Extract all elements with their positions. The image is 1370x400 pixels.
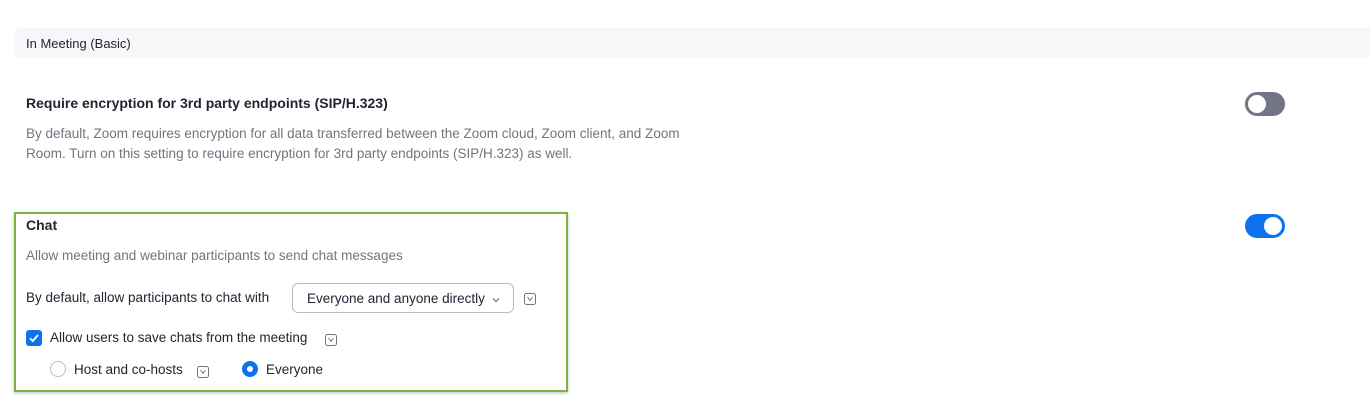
save-chats-label: Allow users to save chats from the meeti… [50,330,308,345]
default-chat-label: By default, allow participants to chat w… [26,290,270,305]
check-icon [29,334,39,343]
toggle-knob [1264,217,1282,235]
setting-description-chat: Allow meeting and webinar participants t… [26,248,403,263]
encryption-toggle[interactable] [1245,92,1285,116]
setting-title-chat: Chat [26,217,58,233]
radio-host-and-cohosts-label: Host and co-hosts [74,362,183,377]
info-icon[interactable] [524,292,536,305]
info-icon[interactable] [197,365,209,378]
chevron-down-icon [491,292,501,310]
radio-everyone-label: Everyone [266,362,324,377]
section-header: In Meeting (Basic) [14,28,1370,58]
save-chats-checkbox[interactable] [26,330,42,346]
default-chat-select[interactable]: Everyone and anyone directly [292,283,514,313]
toggle-knob [1248,95,1266,113]
info-icon[interactable] [325,333,337,346]
default-chat-select-value: Everyone and anyone directly [307,291,485,306]
chat-toggle[interactable] [1245,214,1285,238]
setting-description-encryption-line1: By default, Zoom requires encryption for… [26,126,680,141]
radio-host-and-cohosts[interactable] [50,361,66,377]
setting-title-encryption: Require encryption for 3rd party endpoin… [26,95,388,111]
setting-description-encryption-line2: Room. Turn on this setting to require en… [26,146,573,161]
section-title: In Meeting (Basic) [26,36,131,51]
radio-everyone[interactable] [242,361,258,377]
